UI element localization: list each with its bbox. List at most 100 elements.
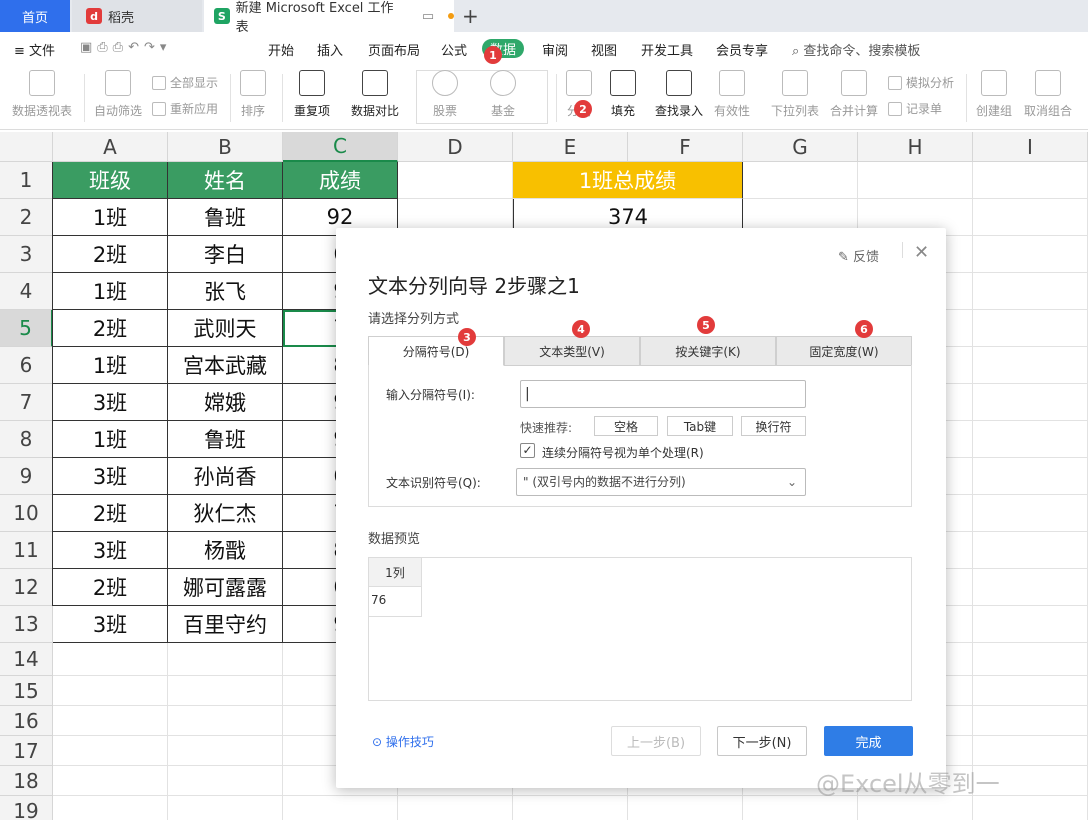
name-cell[interactable]: 张飞 (168, 273, 283, 310)
menu-member[interactable]: 会员专享 (716, 40, 768, 59)
class-cell[interactable]: 3班 (53, 384, 168, 421)
cell[interactable] (973, 384, 1088, 421)
name-cell[interactable]: 嫦娥 (168, 384, 283, 421)
close-icon[interactable]: ✕ (914, 242, 929, 263)
tab-excel-file[interactable]: S 新建 Microsoft Excel 工作表 ▭ (204, 0, 454, 35)
cell[interactable] (628, 796, 743, 820)
class-cell[interactable]: 2班 (53, 569, 168, 606)
name-cell[interactable]: 杨戬 (168, 532, 283, 569)
cell[interactable] (398, 796, 513, 820)
next-button[interactable]: 下一步(N) (717, 726, 807, 756)
cell[interactable] (168, 643, 283, 676)
row-header-5[interactable]: 5 (0, 310, 53, 347)
class-cell[interactable]: 3班 (53, 606, 168, 643)
consolidate-button[interactable]: 合并计算 (830, 70, 878, 119)
name-cell[interactable]: 宫本武藏 (168, 347, 283, 384)
table-header-cell[interactable]: 成绩 (283, 162, 398, 199)
cell[interactable] (168, 676, 283, 706)
sort-button[interactable]: 排序 (240, 70, 266, 119)
row-header-13[interactable]: 13 (0, 606, 53, 643)
record-form-button[interactable]: 记录单 (888, 100, 942, 117)
class-cell[interactable]: 1班 (53, 421, 168, 458)
tab-fixed-width[interactable]: 固定宽度(W) (776, 336, 912, 366)
cell[interactable] (973, 532, 1088, 569)
row-header-19[interactable]: 19 (0, 796, 53, 820)
name-cell[interactable]: 狄仁杰 (168, 495, 283, 532)
cell[interactable] (973, 495, 1088, 532)
table-header-cell[interactable]: 姓名 (168, 162, 283, 199)
column-header-C[interactable]: C (283, 132, 398, 162)
new-tab-icon[interactable]: + (462, 0, 482, 32)
tab-text-type[interactable]: 文本类型(V) (504, 336, 640, 366)
cell[interactable] (53, 766, 168, 796)
cell[interactable] (973, 310, 1088, 347)
menu-dev[interactable]: 开发工具 (641, 40, 693, 59)
name-cell[interactable]: 鲁班 (168, 421, 283, 458)
column-header-I[interactable]: I (973, 132, 1088, 162)
column-header-E[interactable]: E (513, 132, 628, 162)
class-cell[interactable]: 2班 (53, 495, 168, 532)
row-header-11[interactable]: 11 (0, 532, 53, 569)
tab-docer[interactable]: d 稻壳 (72, 0, 202, 32)
column-header-A[interactable]: A (53, 132, 168, 162)
search-command[interactable]: ⌕ 查找命令、搜索模板 (792, 40, 920, 59)
cell[interactable] (858, 162, 973, 199)
qualifier-select[interactable]: " (双引号内的数据不进行分列) ⌄ (516, 468, 806, 496)
cell[interactable] (973, 796, 1088, 820)
cell[interactable] (53, 796, 168, 820)
menu-formula[interactable]: 公式 (441, 40, 467, 59)
consecutive-checkbox[interactable]: ✓ (520, 443, 535, 458)
row-header-14[interactable]: 14 (0, 643, 53, 676)
cell[interactable] (973, 199, 1088, 236)
cell[interactable] (398, 162, 513, 199)
cell[interactable] (973, 458, 1088, 495)
prev-button[interactable]: 上一步(B) (611, 726, 701, 756)
tab-delimited[interactable]: 分隔符号(D) (368, 336, 504, 366)
tips-link[interactable]: ⊙ 操作技巧 (372, 733, 434, 750)
file-menu[interactable]: ≡ 文件 (14, 40, 55, 59)
stock-button[interactable]: 股票 (432, 70, 458, 119)
cell[interactable] (283, 796, 398, 820)
data-compare-button[interactable]: 数据对比 (351, 70, 399, 119)
row-header-8[interactable]: 8 (0, 421, 53, 458)
column-header-G[interactable]: G (743, 132, 858, 162)
class-cell[interactable]: 3班 (53, 458, 168, 495)
cell[interactable] (973, 421, 1088, 458)
class-cell[interactable]: 2班 (53, 236, 168, 273)
cell[interactable] (513, 796, 628, 820)
cell[interactable] (973, 347, 1088, 384)
menu-view[interactable]: 视图 (591, 40, 617, 59)
chip-space[interactable]: 空格 (594, 416, 658, 436)
cell[interactable] (53, 736, 168, 766)
feedback-button[interactable]: ✎ 反馈 (838, 246, 879, 265)
cell[interactable] (973, 736, 1088, 766)
cell[interactable] (973, 569, 1088, 606)
cell[interactable] (973, 643, 1088, 676)
menu-layout[interactable]: 页面布局 (368, 40, 420, 59)
table-header-cell[interactable]: 班级 (53, 162, 168, 199)
select-all-corner[interactable] (0, 132, 53, 162)
row-header-15[interactable]: 15 (0, 676, 53, 706)
row-header-18[interactable]: 18 (0, 766, 53, 796)
class-cell[interactable]: 1班 (53, 199, 168, 236)
cell[interactable] (973, 606, 1088, 643)
tab-home[interactable]: 首页 (0, 0, 70, 32)
cell[interactable] (168, 706, 283, 736)
fill-button[interactable]: 填充 (610, 70, 636, 119)
cell[interactable] (53, 676, 168, 706)
row-header-4[interactable]: 4 (0, 273, 53, 310)
row-header-6[interactable]: 6 (0, 347, 53, 384)
class-cell[interactable]: 1班 (53, 347, 168, 384)
fund-button[interactable]: 基金 (490, 70, 516, 119)
lookup-entry-button[interactable]: 查找录入 (655, 70, 703, 119)
quick-access-icons[interactable]: ▣⎙⎙↶↷▾ (80, 40, 171, 58)
cell[interactable] (168, 796, 283, 820)
cell[interactable] (53, 643, 168, 676)
show-all-button[interactable]: 全部显示 (152, 74, 218, 91)
cell[interactable] (973, 236, 1088, 273)
chip-tab[interactable]: Tab键 (667, 416, 733, 436)
tab-keyword[interactable]: 按关键字(K) (640, 336, 776, 366)
reapply-button[interactable]: 重新应用 (152, 100, 218, 117)
row-header-17[interactable]: 17 (0, 736, 53, 766)
cell[interactable] (973, 706, 1088, 736)
